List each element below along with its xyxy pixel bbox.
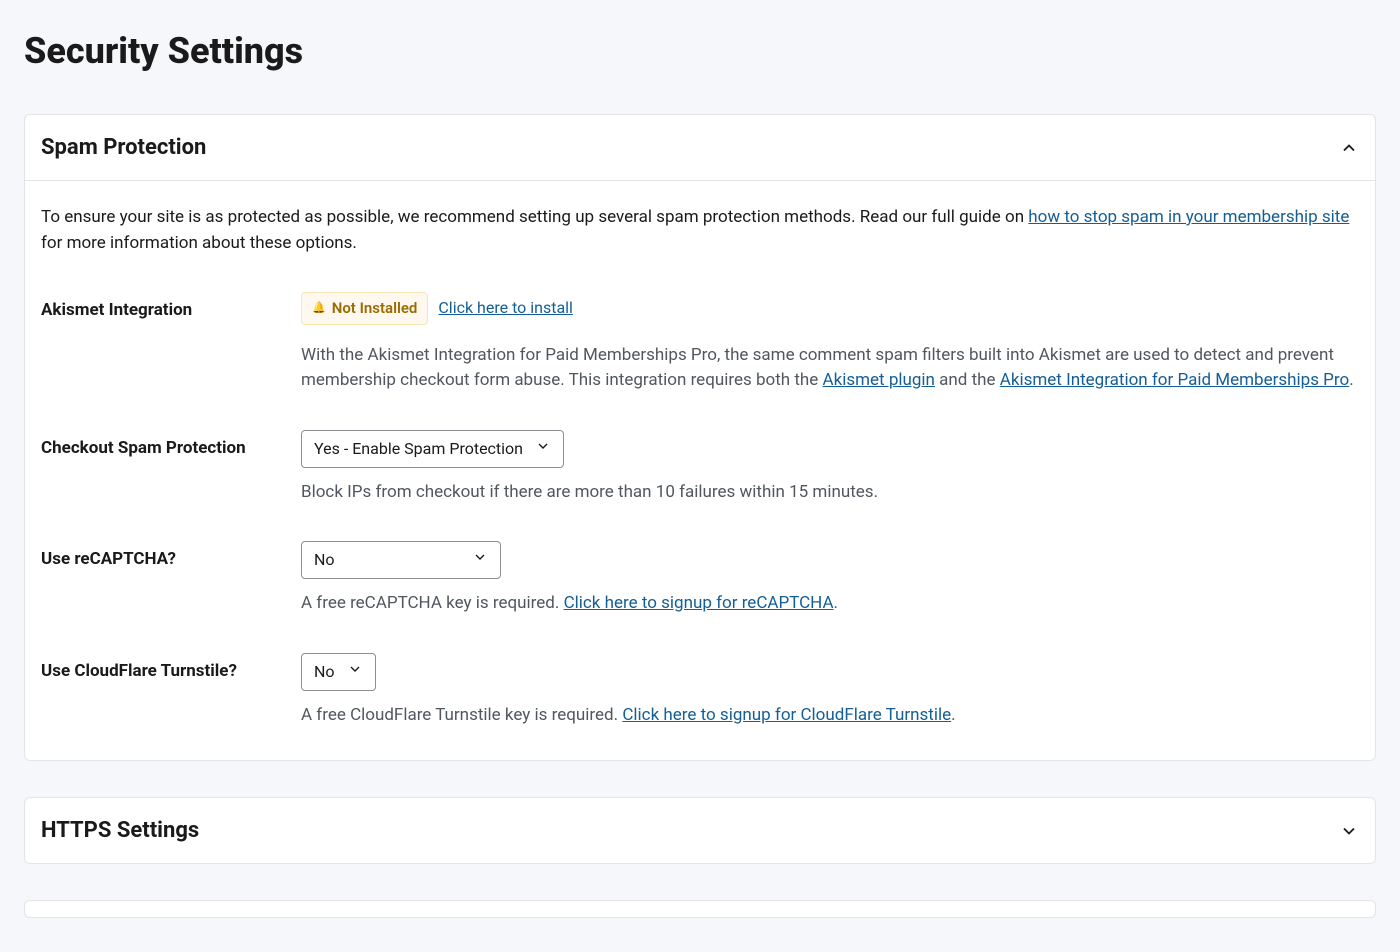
akismet-install-link[interactable]: Click here to install [438, 296, 573, 320]
akismet-integration-link[interactable]: Akismet Integration for Paid Memberships… [1000, 370, 1349, 390]
checkout-spam-helper: Block IPs from checkout if there are mor… [301, 480, 1359, 506]
akismet-desc-post: . [1349, 370, 1353, 390]
panel-header-https[interactable]: HTTPS Settings [25, 798, 1375, 863]
chevron-down-icon [472, 548, 488, 572]
row-turnstile: Use CloudFlare Turnstile? No A free Clou… [41, 653, 1359, 729]
panel-partial [24, 900, 1376, 918]
recaptcha-select[interactable]: No [301, 541, 501, 579]
turnstile-helper-post: . [951, 705, 955, 725]
turnstile-signup-link[interactable]: Click here to signup for CloudFlare Turn… [622, 705, 951, 725]
spam-intro-post: for more information about these options… [41, 233, 357, 253]
row-recaptcha: Use reCAPTCHA? No A free reCAPTCHA key i… [41, 541, 1359, 617]
spam-intro-pre: To ensure your site is as protected as p… [41, 207, 1028, 227]
panel-header-spam[interactable]: Spam Protection [25, 115, 1375, 180]
chevron-up-icon [1339, 138, 1359, 158]
page-title: Security Settings [24, 24, 1376, 78]
checkout-spam-select[interactable]: Yes - Enable Spam Protection [301, 430, 564, 468]
panel-spam-protection: Spam Protection To ensure your site is a… [24, 114, 1376, 761]
chevron-down-icon [535, 437, 551, 461]
panel-header-partial[interactable] [25, 901, 1375, 917]
label-turnstile: Use CloudFlare Turnstile? [41, 653, 301, 729]
panel-title-https: HTTPS Settings [41, 814, 199, 847]
chevron-down-icon [347, 660, 363, 684]
recaptcha-helper-pre: A free reCAPTCHA key is required. [301, 593, 564, 613]
turnstile-helper: A free CloudFlare Turnstile key is requi… [301, 703, 1359, 729]
label-recaptcha: Use reCAPTCHA? [41, 541, 301, 617]
spam-intro: To ensure your site is as protected as p… [41, 205, 1359, 256]
row-checkout-spam: Checkout Spam Protection Yes - Enable Sp… [41, 430, 1359, 506]
spam-guide-link[interactable]: how to stop spam in your membership site [1028, 207, 1349, 227]
panel-body-spam: To ensure your site is as protected as p… [25, 180, 1375, 760]
akismet-description: With the Akismet Integration for Paid Me… [301, 343, 1359, 394]
panel-https-settings: HTTPS Settings [24, 797, 1376, 864]
recaptcha-helper: A free reCAPTCHA key is required. Click … [301, 591, 1359, 617]
akismet-badge-text: Not Installed [332, 297, 418, 320]
recaptcha-value: No [314, 548, 335, 572]
bell-icon: 🔔 [312, 300, 326, 317]
chevron-down-icon [1339, 821, 1359, 841]
label-checkout-spam: Checkout Spam Protection [41, 430, 301, 506]
recaptcha-signup-link[interactable]: Click here to signup for reCAPTCHA [564, 593, 834, 613]
recaptcha-helper-post: . [834, 593, 838, 613]
turnstile-value: No [314, 660, 335, 684]
label-akismet: Akismet Integration [41, 292, 301, 394]
akismet-plugin-link[interactable]: Akismet plugin [823, 370, 935, 390]
akismet-desc-mid: and the [935, 370, 1000, 390]
turnstile-select[interactable]: No [301, 653, 376, 691]
row-akismet: Akismet Integration 🔔 Not Installed Clic… [41, 292, 1359, 394]
checkout-spam-value: Yes - Enable Spam Protection [314, 437, 523, 461]
turnstile-helper-pre: A free CloudFlare Turnstile key is requi… [301, 705, 622, 725]
akismet-status-badge: 🔔 Not Installed [301, 292, 428, 325]
panel-title-spam: Spam Protection [41, 131, 206, 164]
